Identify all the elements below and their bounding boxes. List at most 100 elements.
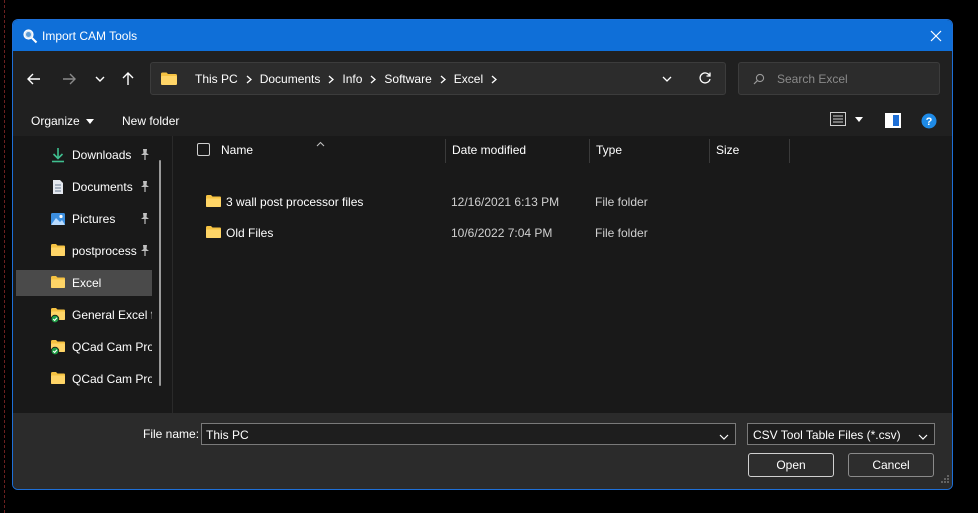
title-bar[interactable]: Import CAM Tools bbox=[13, 20, 952, 51]
caret-down-icon bbox=[855, 116, 863, 122]
change-view-button[interactable] bbox=[830, 112, 863, 126]
column-header-name[interactable]: Name bbox=[221, 143, 253, 157]
column-header-size[interactable]: Size bbox=[716, 143, 739, 157]
folder-icon bbox=[50, 371, 66, 387]
file-name-input[interactable] bbox=[206, 427, 711, 442]
sidebar-item-downloads[interactable]: Downloads bbox=[16, 142, 152, 168]
close-button[interactable] bbox=[920, 20, 952, 51]
organize-button[interactable]: Organize bbox=[31, 114, 94, 128]
chevron-right-icon[interactable] bbox=[246, 75, 252, 84]
sidebar-item-label: QCad Cam Pro bbox=[72, 340, 152, 354]
up-button[interactable] bbox=[116, 67, 140, 91]
chevron-down-icon bbox=[95, 76, 105, 82]
sidebar-item-qcad-cam-pro[interactable]: QCad Cam Pro bbox=[16, 334, 152, 360]
chevron-right-icon[interactable] bbox=[491, 75, 498, 84]
column-divider[interactable] bbox=[789, 139, 790, 163]
resize-grip-icon[interactable] bbox=[940, 473, 950, 487]
file-type-selected: CSV Tool Table Files (*.csv) bbox=[753, 428, 901, 442]
breadcrumb: This PC Documents Info Software Excel bbox=[195, 72, 505, 86]
help-button[interactable]: ? bbox=[921, 113, 937, 132]
column-header-date-modified[interactable]: Date modified bbox=[452, 143, 526, 157]
pin-icon bbox=[140, 181, 150, 195]
sidebar-item-documents[interactable]: Documents bbox=[16, 174, 152, 200]
help-icon: ? bbox=[921, 113, 937, 129]
folder-icon bbox=[50, 275, 66, 291]
refresh-button[interactable] bbox=[698, 71, 712, 88]
close-icon bbox=[930, 30, 942, 41]
screen-edge-dashed-line bbox=[4, 0, 5, 513]
download-arrow-icon bbox=[50, 147, 66, 163]
caret-down-icon bbox=[85, 118, 94, 124]
back-button[interactable] bbox=[22, 67, 46, 91]
column-divider[interactable] bbox=[445, 139, 446, 163]
column-divider[interactable] bbox=[709, 139, 710, 163]
file-type: File folder bbox=[595, 226, 648, 240]
import-dialog: Import CAM Tools This PC Documents Info … bbox=[12, 19, 953, 490]
column-header-type[interactable]: Type bbox=[596, 143, 622, 157]
arrow-right-icon bbox=[63, 73, 76, 85]
breadcrumb-software[interactable]: Software bbox=[384, 72, 431, 86]
sidebar-item-label: General Excel fi bbox=[72, 308, 152, 322]
svg-text:?: ? bbox=[926, 116, 933, 128]
chevron-right-icon[interactable] bbox=[370, 75, 377, 84]
select-all-checkbox[interactable] bbox=[197, 143, 210, 156]
footer-panel: File name: CSV Tool Table Files (*.csv) … bbox=[13, 413, 952, 489]
search-input[interactable] bbox=[777, 71, 932, 87]
details-view-icon bbox=[830, 112, 846, 126]
command-toolbar: Organize New folder ? bbox=[13, 106, 952, 136]
organize-label: Organize bbox=[31, 114, 80, 128]
documents-icon bbox=[50, 179, 66, 195]
table-row[interactable]: 3 wall post processor files 12/16/2021 6… bbox=[201, 191, 941, 213]
preview-pane-button[interactable] bbox=[885, 113, 901, 131]
breadcrumb-documents[interactable]: Documents bbox=[260, 72, 321, 86]
sidebar-scrollbar[interactable] bbox=[159, 160, 161, 386]
forward-button[interactable] bbox=[57, 67, 81, 91]
new-folder-button[interactable]: New folder bbox=[122, 114, 179, 128]
sidebar-item-excel[interactable]: Excel bbox=[16, 270, 152, 296]
file-name: 3 wall post processor files bbox=[226, 195, 364, 209]
window-title: Import CAM Tools bbox=[42, 29, 138, 43]
magnifier-app-icon bbox=[22, 28, 38, 44]
cancel-button[interactable]: Cancel bbox=[848, 453, 934, 477]
file-date-modified: 12/16/2021 6:13 PM bbox=[451, 195, 560, 209]
file-name-combobox[interactable] bbox=[201, 423, 736, 445]
navigation-bar: This PC Documents Info Software Excel bbox=[13, 51, 952, 106]
folder-icon bbox=[160, 71, 178, 89]
file-name: Old Files bbox=[226, 226, 274, 240]
folder-icon bbox=[50, 243, 66, 259]
folder-icon bbox=[205, 225, 222, 242]
chevron-right-icon[interactable] bbox=[440, 75, 446, 84]
breadcrumb-this-pc[interactable]: This PC bbox=[195, 72, 238, 86]
folder-icon bbox=[205, 194, 222, 211]
address-history-button[interactable] bbox=[662, 73, 672, 87]
table-row[interactable]: Old Files 10/6/2022 7:04 PM File folder bbox=[201, 222, 941, 244]
breadcrumb-excel[interactable]: Excel bbox=[454, 72, 483, 86]
pin-icon bbox=[140, 149, 150, 163]
column-divider[interactable] bbox=[589, 139, 590, 163]
arrow-left-icon bbox=[27, 73, 40, 85]
search-box[interactable] bbox=[738, 62, 940, 95]
breadcrumb-info[interactable]: Info bbox=[342, 72, 362, 86]
file-list: Name Date modified Type Size 3 wall post… bbox=[173, 136, 952, 413]
file-date-modified: 10/6/2022 7:04 PM bbox=[451, 226, 553, 240]
sidebar-item-qcad-cam-pro-2[interactable]: QCad Cam Pro bbox=[16, 366, 152, 392]
sidebar-item-label: QCad Cam Pro bbox=[72, 372, 152, 386]
chevron-right-icon[interactable] bbox=[328, 75, 335, 84]
sidebar-item-postprocess[interactable]: postprocess bbox=[16, 238, 152, 264]
synced-folder-icon bbox=[50, 339, 66, 356]
refresh-icon bbox=[699, 72, 711, 84]
sidebar-item-label: Excel bbox=[72, 276, 102, 290]
chevron-down-icon bbox=[918, 430, 928, 444]
pictures-icon bbox=[50, 211, 66, 227]
preview-pane-icon bbox=[885, 113, 901, 128]
open-button[interactable]: Open bbox=[748, 453, 834, 477]
address-bar[interactable]: This PC Documents Info Software Excel bbox=[150, 62, 726, 95]
recent-locations-button[interactable] bbox=[88, 67, 112, 91]
file-name-history-button[interactable] bbox=[719, 430, 729, 444]
sidebar-item-general-excel[interactable]: General Excel fi bbox=[16, 302, 152, 328]
chevron-down-icon bbox=[719, 434, 729, 440]
file-type-select[interactable]: CSV Tool Table Files (*.csv) bbox=[747, 423, 935, 445]
chevron-down-icon bbox=[662, 76, 672, 82]
sidebar-item-pictures[interactable]: Pictures bbox=[16, 206, 152, 232]
navigation-pane: Downloads Documents Pictures postprocess… bbox=[13, 136, 173, 413]
